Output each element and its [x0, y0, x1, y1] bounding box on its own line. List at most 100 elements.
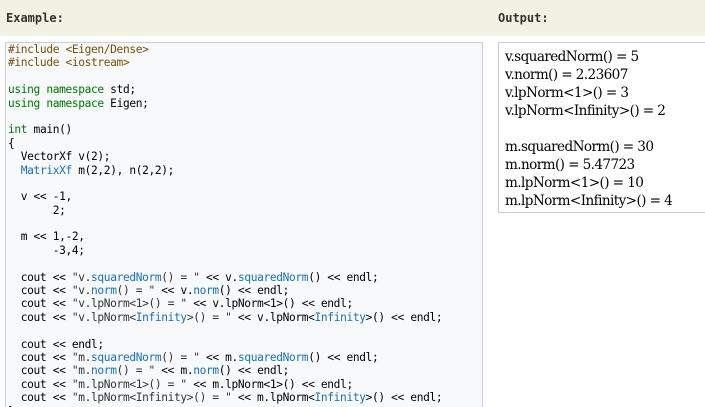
code-token: << v.lpNorm<	[231, 310, 315, 324]
code-line: cout << "v.norm() = " << v.norm() << end…	[8, 284, 482, 297]
code-token: () << endl;	[218, 364, 290, 378]
code-token: () = "	[116, 364, 156, 378]
code-token: norm	[91, 284, 117, 298]
output-heading: Output:	[489, 0, 705, 36]
code-token: {	[8, 136, 15, 150]
code-token: int	[8, 123, 28, 137]
code-token: "v.lpNorm<	[71, 310, 136, 324]
code-line: {	[8, 137, 482, 150]
code-token: v << -1,	[8, 190, 72, 204]
code-token: #include <iostream>	[8, 56, 130, 70]
code-token: << v.lpNorm<1>() << endl;	[186, 297, 353, 311]
code-token: Infinity	[314, 391, 366, 405]
code-token: using namespace	[8, 83, 104, 97]
code-line: -3,4;	[8, 244, 482, 257]
code-token: VectorXf v(2);	[8, 150, 111, 164]
code-line: using namespace Eigen;	[8, 97, 482, 110]
code-token: norm	[91, 364, 117, 378]
output-line: m.norm() = 5.47723	[505, 157, 635, 173]
code-token: () = "	[116, 284, 156, 298]
code-token: () << endl;	[308, 350, 379, 364]
code-line: #include <Eigen/Dense>	[8, 43, 482, 56]
code-token: m << 1,-2,	[8, 230, 85, 244]
code-token: 2;	[8, 203, 66, 217]
code-line: cout << endl;	[8, 338, 482, 351]
code-token: cout <<	[8, 364, 72, 378]
output-line: v.lpNorm<Infinity>() = 2	[505, 103, 666, 119]
code-token: << m.	[154, 364, 194, 378]
output-block[interactable]: v.squaredNorm() = 5 v.norm() = 2.23607 v.l…	[498, 42, 705, 213]
code-token: >() << endl;	[365, 310, 443, 324]
code-token: "v.	[71, 284, 92, 298]
code-line: cout << "v.lpNorm<1>() = " << v.lpNorm<1…	[8, 297, 482, 310]
code-line: #include <iostream>	[8, 56, 482, 69]
code-line: using namespace std;	[8, 83, 482, 96]
code-token: << v.	[199, 270, 238, 284]
output-line: v.squaredNorm() = 5	[505, 49, 639, 65]
code-token: squaredNorm	[91, 350, 162, 364]
code-token: cout <<	[8, 350, 72, 364]
code-line: cout << "m.squaredNorm() = " << m.square…	[8, 351, 482, 364]
code-token: cout <<	[8, 310, 72, 324]
code-token: squaredNorm	[91, 270, 162, 284]
output-line: v.lpNorm<1>() = 3	[505, 85, 629, 101]
code-line: cout << "v.squaredNorm() = " << v.square…	[8, 271, 482, 284]
code-token: << m.	[199, 350, 238, 364]
code-token: Infinity	[135, 310, 187, 324]
output-line: m.lpNorm<Infinity>() = 4	[505, 193, 673, 209]
code-block[interactable]: #include <Eigen/Dense> #include <iostream…	[5, 42, 483, 407]
code-token: MatrixXf	[20, 163, 72, 177]
code-token: squaredNorm	[237, 350, 309, 364]
code-token: cout <<	[8, 284, 72, 298]
code-token: cout << endl;	[8, 337, 104, 351]
code-line: 2;	[8, 204, 482, 217]
code-token: << m.lpNorm<1>() << endl;	[186, 377, 353, 391]
code-line: cout << "v.lpNorm<Infinity>() = " << v.l…	[8, 311, 482, 324]
code-token: () << endl;	[218, 284, 290, 298]
code-token: main()	[27, 123, 73, 137]
output-line: m.lpNorm<1>() = 10	[505, 175, 644, 191]
code-token: #include <Eigen/Dense>	[8, 43, 149, 56]
code-token: "m.lpNorm<1>() = "	[71, 377, 187, 391]
code-token: Infinity	[314, 310, 366, 324]
code-token: using namespace	[8, 96, 104, 110]
code-token: () = "	[161, 270, 200, 284]
code-line: cout << "m.lpNorm<1>() = " << m.lpNorm<1…	[8, 378, 482, 391]
output-line: m.squaredNorm() = 30	[505, 139, 654, 155]
code-token: cout <<	[8, 297, 72, 311]
code-line: m << 1,-2,	[8, 230, 482, 243]
code-token: "v.lpNorm<1>() = "	[71, 297, 187, 311]
code-line: cout << "m.lpNorm<Infinity>() = " << m.l…	[8, 391, 482, 404]
example-heading: Example:	[0, 0, 489, 36]
code-token: >() = "	[186, 310, 232, 324]
code-token: norm	[193, 364, 219, 378]
code-token: cout <<	[8, 377, 72, 391]
code-token: () = "	[161, 350, 200, 364]
code-token: -3,4;	[8, 243, 85, 257]
code-line: MatrixXf m(2,2), n(2,2);	[8, 164, 482, 177]
code-token: m(2,2), n(2,2);	[71, 163, 175, 177]
code-token: cout <<	[8, 391, 72, 405]
code-token: norm	[193, 284, 219, 298]
code-line: int main()	[8, 123, 482, 136]
code-token: "m.	[71, 350, 92, 364]
code-line: cout << "m.norm() = " << m.norm() << end…	[8, 364, 482, 377]
code-line: VectorXf v(2);	[8, 150, 482, 163]
output-line: v.norm() = 2.23607	[505, 67, 628, 83]
code-token: Eigen;	[103, 96, 149, 110]
code-token: std;	[103, 83, 136, 97]
code-token: "m.	[71, 364, 92, 378]
code-line: v << -1,	[8, 190, 482, 203]
code-token: cout <<	[8, 270, 72, 284]
code-token: () << endl;	[308, 270, 379, 284]
code-token: >() << endl;	[365, 391, 443, 405]
code-token: << v.	[154, 284, 194, 298]
